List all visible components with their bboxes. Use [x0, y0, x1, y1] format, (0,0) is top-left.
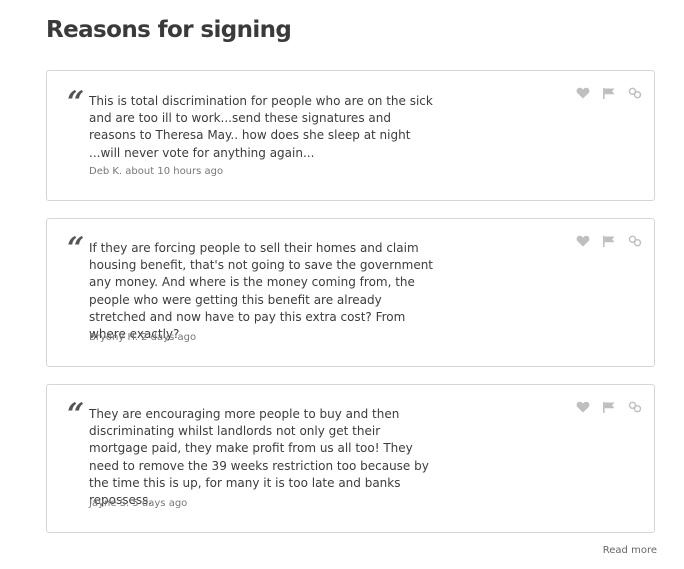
quote-icon: “: [67, 231, 85, 266]
flag-icon[interactable]: [602, 235, 616, 247]
heart-icon[interactable]: [576, 235, 590, 247]
link-icon[interactable]: [628, 401, 642, 413]
reason-text: They are encouraging more people to buy …: [89, 407, 429, 508]
reason-text: If they are forcing people to sell their…: [89, 241, 434, 342]
link-icon[interactable]: [628, 235, 642, 247]
reason-card: “ If they are forcing people to sell the…: [46, 218, 655, 367]
reason-meta: Deb K. about 10 hours ago: [89, 166, 224, 177]
read-more-link[interactable]: Read more: [603, 545, 657, 556]
quote-icon: “: [67, 85, 85, 120]
reason-meta: Bryony H. 2 days ago: [89, 332, 197, 343]
flag-icon[interactable]: [602, 401, 616, 413]
flag-icon[interactable]: [602, 87, 616, 99]
link-icon[interactable]: [628, 87, 642, 99]
reason-text: This is total discrimination for people …: [89, 94, 433, 160]
reason-actions: [576, 87, 642, 99]
reason-card: “ This is total discrimination for peopl…: [46, 70, 655, 201]
heart-icon[interactable]: [576, 401, 590, 413]
quote-icon: “: [67, 397, 85, 432]
heart-icon[interactable]: [576, 87, 590, 99]
section-title: Reasons for signing: [46, 17, 292, 43]
reason-meta: Jayne S. 5 days ago: [89, 498, 188, 509]
reason-card: “ They are encouraging more people to bu…: [46, 384, 655, 533]
reason-actions: [576, 235, 642, 247]
reason-actions: [576, 401, 642, 413]
